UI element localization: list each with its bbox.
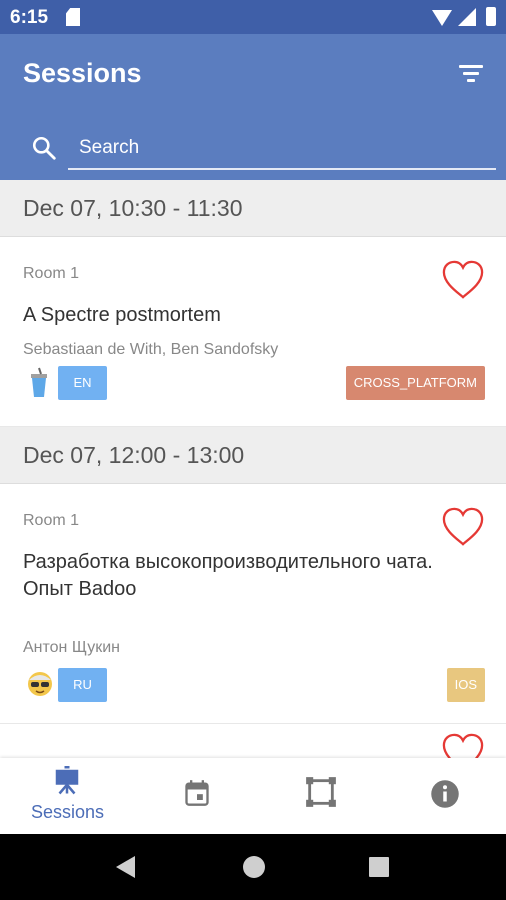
- search-icon: [32, 136, 56, 160]
- wifi-icon: [432, 10, 452, 26]
- topic-tag-badge: CROSS_PLATFORM: [345, 366, 485, 400]
- home-icon[interactable]: [243, 856, 265, 878]
- favorite-heart-icon[interactable]: [440, 259, 486, 301]
- nav-sessions[interactable]: Sessions: [0, 758, 135, 834]
- time-slot-header: Dec 07, 10:30 - 11:30: [0, 180, 506, 237]
- info-icon: [431, 780, 459, 808]
- language-badge: RU: [58, 668, 107, 702]
- easel-icon: [55, 766, 79, 795]
- session-title: A Spectre postmortem: [23, 304, 221, 326]
- back-icon[interactable]: [116, 856, 135, 878]
- session-card[interactable]: Room 1 A Spectre postmortem Sebastiaan d…: [0, 237, 506, 427]
- status-bar: 6:15: [0, 0, 506, 34]
- favorite-heart-icon[interactable]: [440, 506, 486, 548]
- session-list[interactable]: Dec 07, 10:30 - 11:30 Room 1 A Spectre p…: [0, 180, 506, 758]
- recent-apps-icon[interactable]: [369, 857, 389, 877]
- nerd-face-icon: [28, 672, 52, 696]
- session-room: Room 1: [23, 265, 80, 282]
- filter-icon[interactable]: [458, 62, 484, 84]
- favorite-heart-icon[interactable]: [440, 732, 486, 758]
- page-title: Sessions: [23, 58, 142, 88]
- session-speakers: Антон Щукин: [23, 639, 120, 656]
- topic-tag-badge: IOS: [446, 668, 485, 702]
- search-input[interactable]: [68, 128, 496, 170]
- signal-icon: [458, 8, 476, 26]
- venue-icon: [306, 777, 336, 807]
- session-card[interactable]: Room 1 Разработка высокопроизводительног…: [0, 484, 506, 724]
- time-slot-header: Dec 07, 12:00 - 13:00: [0, 427, 506, 484]
- calendar-icon: [185, 780, 209, 806]
- nav-info[interactable]: [381, 758, 506, 834]
- session-room: Room 1: [23, 512, 80, 529]
- language-badge: EN: [58, 366, 107, 400]
- app-toolbar: Sessions: [0, 34, 506, 114]
- nav-sessions-label: Sessions: [30, 802, 105, 822]
- bottom-navigation: Sessions: [0, 758, 506, 834]
- sd-card-icon: [66, 8, 80, 26]
- battery-icon: [486, 7, 496, 26]
- session-speakers: Sebastiaan de With, Ben Sandofsky: [23, 341, 279, 358]
- nav-venue[interactable]: [261, 758, 381, 834]
- search-bar: [0, 114, 506, 180]
- session-card[interactable]: [0, 724, 506, 758]
- status-time: 6:15: [10, 7, 49, 28]
- session-title: Разработка высокопроизводительного чата.…: [23, 551, 433, 600]
- nav-schedule[interactable]: [135, 758, 261, 834]
- cup-icon: [31, 367, 47, 397]
- system-navigation-bar: [0, 834, 506, 900]
